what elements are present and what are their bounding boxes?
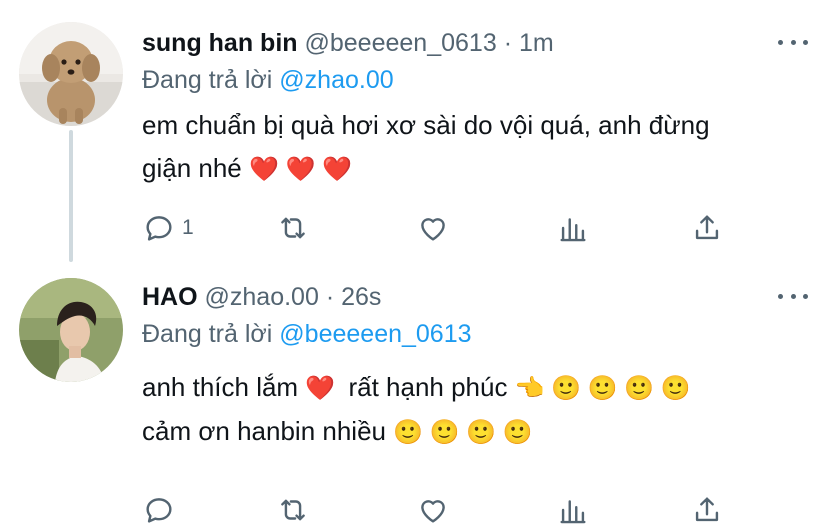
author-handle[interactable]: @beeeeen_0613 bbox=[305, 29, 497, 57]
smile-emoji-group: 🙂 🙂 🙂 🙂 bbox=[393, 419, 533, 446]
tweet-text-line: anh thích lắm ❤️ rất hạnh phúc 👈 🙂 🙂 🙂 🙂 bbox=[142, 366, 808, 410]
retweet-button[interactable] bbox=[276, 210, 310, 246]
share-icon bbox=[695, 215, 719, 240]
tweet-header: sung han bin @beeeeen_0613 · 1m bbox=[142, 26, 808, 60]
timestamp[interactable]: 26s bbox=[341, 283, 381, 311]
retweet-icon bbox=[281, 499, 305, 521]
share-button[interactable] bbox=[690, 492, 724, 528]
poodle-dog-photo bbox=[19, 22, 123, 126]
more-icon[interactable] bbox=[778, 288, 808, 304]
author-handle[interactable]: @zhao.00 bbox=[205, 283, 319, 311]
tweet-text-line: em chuẩn bị quà hơi xơ sài do vội quá, a… bbox=[142, 110, 710, 140]
person-photo bbox=[19, 278, 123, 382]
tweet-content: HAO @zhao.00 · 26s Đang trả lời @beeeeen… bbox=[142, 280, 808, 524]
like-icon bbox=[421, 218, 445, 241]
reply-icon bbox=[146, 498, 172, 523]
reply-button[interactable] bbox=[142, 492, 182, 528]
stats-button[interactable] bbox=[556, 492, 590, 528]
heart-emoji-group: ❤️ ❤️ ❤️ bbox=[249, 156, 352, 183]
mention-link[interactable]: @zhao.00 bbox=[279, 66, 393, 94]
tweet-actions: 1 bbox=[142, 210, 782, 246]
retweet-button[interactable] bbox=[276, 492, 310, 528]
reply-button[interactable]: 1 bbox=[142, 210, 194, 246]
replying-to: Đang trả lời @zhao.00 bbox=[142, 62, 808, 98]
share-button[interactable] bbox=[690, 210, 724, 246]
tweet-text: anh thích lắm ❤️ rất hạnh phúc 👈 🙂 🙂 🙂 🙂… bbox=[142, 366, 808, 454]
tweet-actions bbox=[142, 492, 782, 528]
stats-button[interactable] bbox=[556, 210, 590, 246]
share-icon bbox=[695, 497, 719, 522]
more-icon[interactable] bbox=[778, 34, 808, 50]
reply-count: 1 bbox=[182, 216, 194, 239]
mention-link[interactable]: @beeeeen_0613 bbox=[279, 320, 471, 348]
heart-emoji: ❤️ bbox=[305, 375, 336, 402]
reply-icon bbox=[146, 216, 172, 241]
tweet-text: em chuẩn bị quà hơi xơ sài do vội quá, a… bbox=[142, 104, 808, 191]
thread-line bbox=[69, 130, 73, 262]
stats-icon bbox=[560, 218, 586, 242]
separator: · bbox=[325, 283, 335, 311]
separator: · bbox=[503, 29, 513, 57]
avatar[interactable] bbox=[19, 278, 123, 382]
tweet[interactable]: sung han bin @beeeeen_0613 · 1m Đang trả… bbox=[0, 0, 828, 262]
timestamp[interactable]: 1m bbox=[519, 29, 554, 57]
smile-emoji-group: 👈 🙂 🙂 🙂 🙂 bbox=[514, 375, 691, 402]
replying-prefix: Đang trả lời bbox=[142, 320, 273, 348]
tweet-text-line: cảm ơn hanbin nhiều 🙂 🙂 🙂 🙂 bbox=[142, 410, 808, 454]
like-button[interactable] bbox=[416, 210, 450, 246]
replying-to: Đang trả lời @beeeeen_0613 bbox=[142, 316, 808, 352]
author-name[interactable]: HAO bbox=[142, 283, 198, 311]
stats-icon bbox=[560, 500, 586, 524]
tweet[interactable]: HAO @zhao.00 · 26s Đang trả lời @beeeeen… bbox=[0, 262, 828, 524]
tweet-text-line: giận nhé ❤️ ❤️ ❤️ bbox=[142, 147, 808, 191]
tweet-text-fragment: anh thích lắm bbox=[142, 372, 299, 402]
tweet-content: sung han bin @beeeeen_0613 · 1m Đang trả… bbox=[142, 26, 808, 242]
tweet-text-fragment: giận nhé bbox=[142, 153, 242, 183]
author-name[interactable]: sung han bin bbox=[142, 29, 298, 57]
like-icon bbox=[421, 500, 445, 523]
tweet-text-fragment: rất hạnh phúc bbox=[348, 372, 508, 402]
avatar[interactable] bbox=[19, 22, 123, 126]
tweet-text-fragment: cảm ơn hanbin nhiều bbox=[142, 416, 386, 446]
retweet-icon bbox=[281, 217, 305, 239]
like-button[interactable] bbox=[416, 492, 450, 528]
tweet-header: HAO @zhao.00 · 26s bbox=[142, 280, 808, 314]
replying-prefix: Đang trả lời bbox=[142, 66, 273, 94]
